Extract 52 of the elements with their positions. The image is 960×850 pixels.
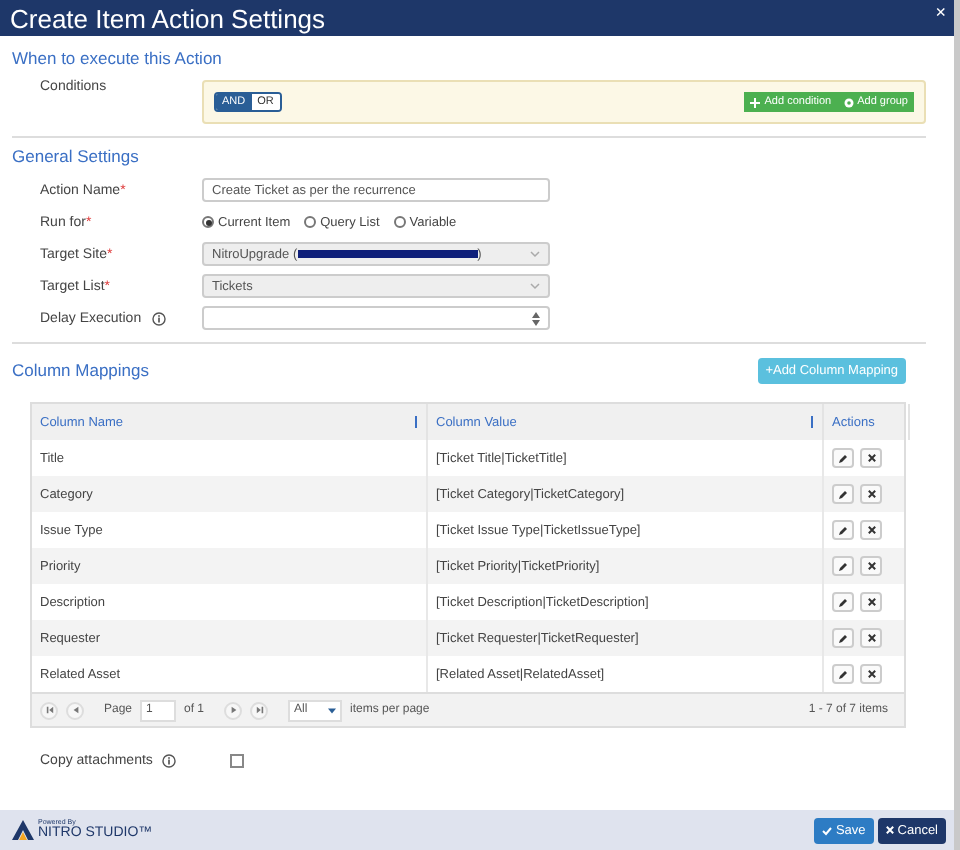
pencil-icon xyxy=(838,633,848,643)
delete-button[interactable] xyxy=(860,556,882,576)
next-page-button[interactable] xyxy=(224,701,243,719)
section-heading: When to execute this Action xyxy=(12,48,224,68)
pencil-icon xyxy=(838,525,848,535)
plus-icon xyxy=(750,97,761,107)
pencil-icon xyxy=(838,561,848,571)
pencil-icon xyxy=(838,669,848,679)
number-field[interactable] xyxy=(202,306,550,330)
edit-button[interactable] xyxy=(832,664,854,684)
info-icon xyxy=(162,753,177,767)
caret-icon xyxy=(530,282,540,290)
delete-button[interactable] xyxy=(860,520,882,540)
delete-button[interactable] xyxy=(860,448,882,468)
first-page-icon xyxy=(45,705,53,713)
delete-button[interactable] xyxy=(860,664,882,684)
close-icon xyxy=(867,598,875,606)
pencil-icon xyxy=(838,597,848,607)
pencil-icon xyxy=(838,489,848,499)
window-title: Create Item Action Settings xyxy=(10,3,326,33)
spinner-icon xyxy=(532,311,540,325)
close-icon xyxy=(867,526,875,534)
previous-icon xyxy=(71,705,79,713)
next-icon xyxy=(229,705,238,713)
edit-button[interactable] xyxy=(832,556,854,576)
section-heading: Column Mappings xyxy=(12,360,150,380)
delete-button[interactable] xyxy=(860,628,882,648)
section-heading: General Settings xyxy=(12,146,141,166)
first-page-button[interactable] xyxy=(40,701,58,719)
close-button[interactable]: × xyxy=(935,2,946,22)
check-icon xyxy=(821,825,832,835)
close-icon xyxy=(867,490,875,498)
last-page-icon xyxy=(255,705,264,713)
edit-button[interactable] xyxy=(832,484,854,504)
close-icon xyxy=(867,670,875,678)
previous-page-button[interactable] xyxy=(66,701,84,719)
caret-icon xyxy=(530,250,540,258)
edit-button[interactable] xyxy=(832,628,854,648)
logo-icon xyxy=(12,820,34,840)
checkbox[interactable] xyxy=(230,753,244,767)
close-icon xyxy=(867,454,875,462)
delete-button[interactable] xyxy=(860,592,882,612)
pencil-icon xyxy=(838,453,848,463)
edit-button[interactable] xyxy=(832,520,854,540)
close-icon xyxy=(867,634,875,642)
edit-button[interactable] xyxy=(832,448,854,468)
dropdown-icon xyxy=(328,707,337,713)
edit-button[interactable] xyxy=(832,592,854,612)
close-icon xyxy=(867,562,875,570)
close-icon xyxy=(885,826,894,834)
last-page-button[interactable] xyxy=(250,701,269,719)
delete-button[interactable] xyxy=(860,484,882,504)
